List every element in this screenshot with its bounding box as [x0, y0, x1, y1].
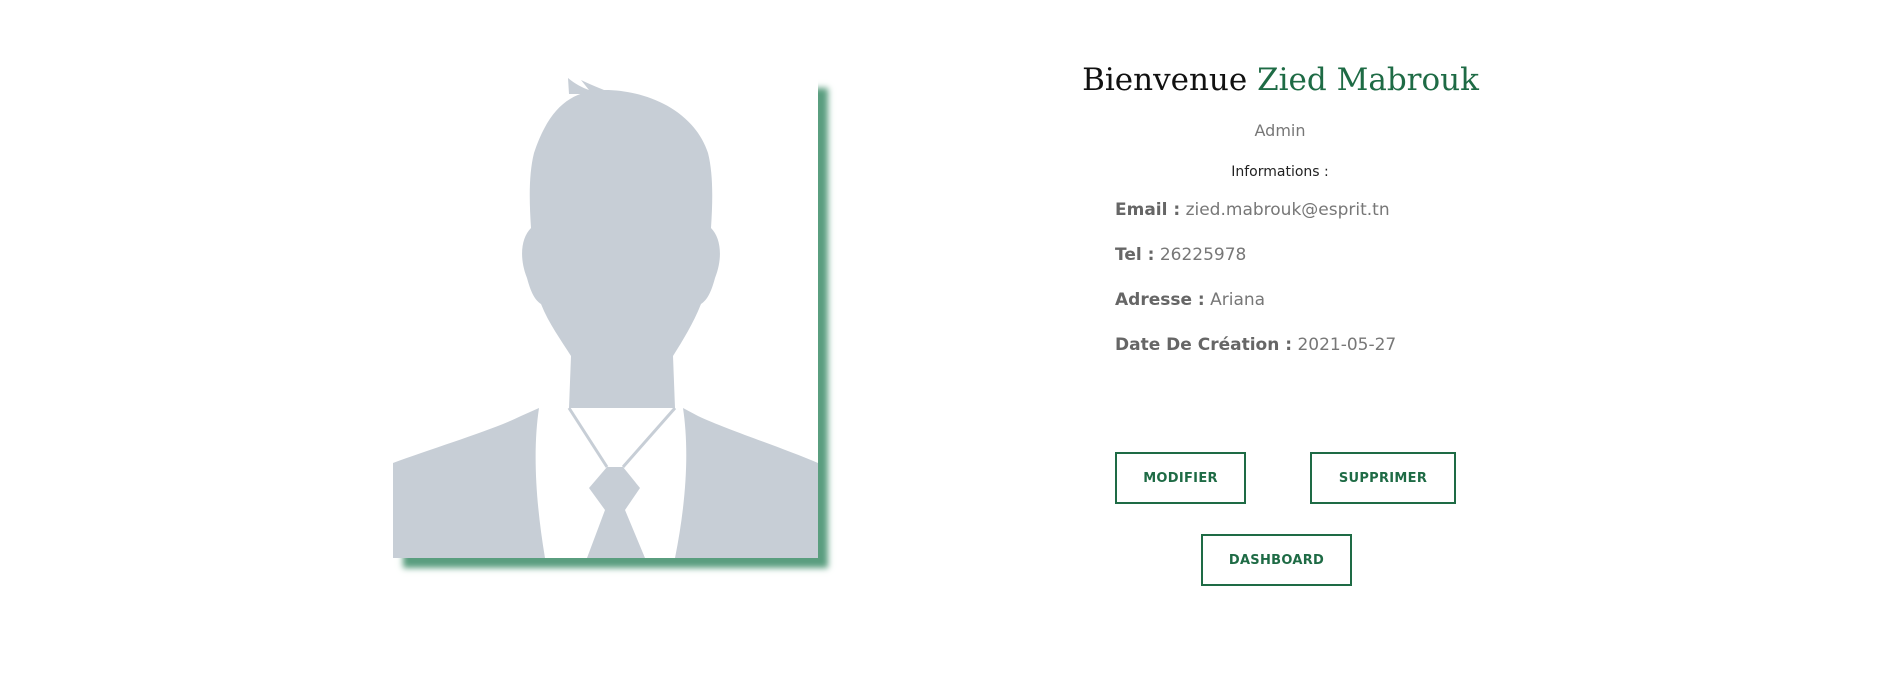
user-name: Zied Mabrouk: [1257, 62, 1479, 98]
info-row-tel: Tel : 26225978: [1115, 245, 1246, 265]
user-role: Admin: [1254, 121, 1306, 140]
info-heading: Informations :: [1231, 164, 1329, 180]
info-row-adresse: Adresse : Ariana: [1115, 290, 1265, 310]
date-label: Date De Création :: [1115, 335, 1293, 355]
profile-photo: [393, 78, 818, 558]
email-label: Email :: [1115, 200, 1181, 220]
modifier-button[interactable]: MODIFIER: [1115, 452, 1246, 504]
adresse-value: Ariana: [1210, 290, 1266, 310]
supprimer-button[interactable]: SUPPRIMER: [1310, 452, 1456, 504]
dashboard-button[interactable]: DASHBOARD: [1201, 534, 1352, 586]
welcome-heading: Bienvenue Zied Mabrouk: [1053, 62, 1508, 98]
adresse-label: Adresse :: [1115, 290, 1205, 310]
email-value: zied.mabrouk@esprit.tn: [1185, 200, 1390, 220]
date-value: 2021-05-27: [1297, 335, 1397, 355]
tel-label: Tel :: [1115, 245, 1155, 265]
welcome-prefix: Bienvenue: [1082, 62, 1248, 98]
info-row-date: Date De Création : 2021-05-27: [1115, 335, 1396, 355]
user-silhouette-icon: [393, 78, 818, 558]
info-row-email: Email : zied.mabrouk@esprit.tn: [1115, 200, 1390, 220]
tel-value: 26225978: [1159, 245, 1247, 265]
